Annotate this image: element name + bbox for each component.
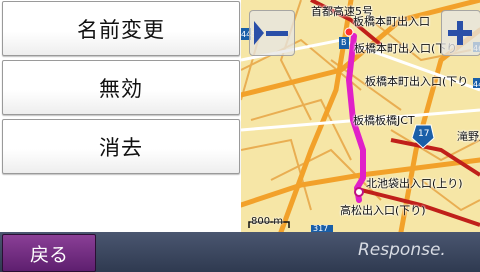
disable-button[interactable]: 無効: [2, 60, 240, 115]
map-label-takamatsu: 高松出入口(下り): [340, 204, 426, 217]
route-shield-b: B: [339, 37, 349, 49]
watermark-logo: Response.: [358, 240, 446, 260]
rename-button[interactable]: 名前変更: [2, 1, 240, 56]
map-label-itabashi-honcho-entrance: 板橋本町出入口: [353, 15, 430, 28]
minus-icon: [254, 21, 288, 45]
zoom-out-button[interactable]: [249, 10, 295, 56]
back-button[interactable]: 戻る: [2, 234, 96, 272]
delete-button[interactable]: 消去: [2, 119, 240, 174]
zoom-in-button[interactable]: [441, 10, 480, 56]
map-view[interactable]: 首都高速5号 板橋本町出入口 板橋本町出入口(下り 板橋本町出入口(下り 板橋板…: [241, 0, 480, 232]
route-shield-317: 317: [313, 224, 329, 232]
map-label-kitaikebukuro: 北池袋出入口(上り): [366, 177, 463, 190]
map-label-takinogawa: 滝野川: [457, 130, 480, 143]
route-shield-441: 441: [473, 80, 480, 89]
map-label-itabashi-jct: 板橋板橋JCT: [353, 114, 415, 127]
map-scale-label: 800 m: [251, 216, 284, 227]
menu-panel: 名前変更 無効 消去: [0, 0, 241, 232]
plus-icon: [448, 21, 472, 45]
route-shield-17: 17: [418, 129, 430, 139]
map-label-itabashi-honcho-exit: 板橋本町出入口(下り: [365, 75, 469, 88]
